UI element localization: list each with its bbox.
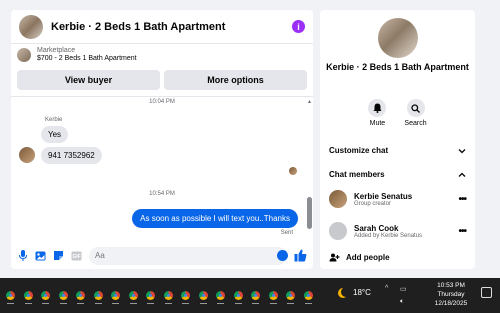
clock[interactable]: 10:53 PM Thursday 12/18/2025 [428,281,474,308]
add-people-label: Add people [346,253,390,262]
browser-taskbar-icon[interactable] [55,289,73,304]
member-row[interactable]: Kerbie Senatus Group creator ••• [329,190,467,208]
search-icon [406,99,425,117]
customize-chat-label: Customize chat [329,146,389,155]
browser-taskbar-icon[interactable] [265,289,283,304]
message-sender: Kerbie [45,117,63,123]
browser-taskbar-icon[interactable] [177,289,195,304]
clock-time: 10:53 PM [437,282,465,289]
timestamp: 10:04 PM [149,99,175,105]
system-tray: ^ ▭ 🔈︎ [385,282,425,310]
chevron-down-icon [458,148,466,153]
incoming-message[interactable]: 941 7352962 [41,147,102,164]
message-composer: GIF [11,242,313,269]
browser-taskbar-icon[interactable] [282,289,300,304]
emoji-icon[interactable] [277,250,288,261]
customize-chat-section[interactable]: Customize chat [329,146,466,155]
info-icon[interactable]: i [292,20,305,33]
message-input[interactable] [89,246,287,265]
chat-members-section[interactable]: Chat members [329,170,466,179]
browser-taskbar-icon[interactable] [195,289,213,304]
browser-taskbar-icon[interactable] [2,289,20,304]
chat-details-panel: Kerbie · 2 Beds 1 Bath Apartment Mute Se… [320,10,475,269]
browser-taskbar-icon[interactable] [72,289,90,304]
notification-icon[interactable] [481,287,492,298]
listing-thumbnail [17,48,31,62]
details-avatar[interactable] [378,18,418,58]
view-buyer-button[interactable]: View buyer [17,70,160,90]
clock-day: Thursday [437,291,465,298]
more-options-button[interactable]: More options [164,70,307,90]
member-avatar [329,222,347,240]
member-role: Added by Kerbie Senatus [354,232,423,239]
browser-taskbar-icon[interactable] [230,289,248,304]
listing-price-title: $700 - 2 Beds 1 Bath Apartment [37,55,137,62]
temperature: 18°C [353,287,371,297]
mute-label: Mute [369,120,386,127]
listing-avatar[interactable] [19,14,43,39]
volume-icon[interactable]: 🔈︎ [400,298,404,306]
svg-text:GIF: GIF [72,254,80,260]
browser-taskbar-icon[interactable] [142,289,160,304]
scrollbar-thumb[interactable] [307,197,312,229]
listing-category: Marketplace [37,47,76,54]
gif-icon[interactable]: GIF [71,250,82,261]
more-options-icon[interactable]: ••• [458,194,466,205]
message-status: Sent [280,230,293,236]
message-list[interactable]: ▲ 10:04 PM Kerbie Yes 941 7352962 10:54 … [11,96,313,242]
browser-taskbar-icon[interactable] [300,289,318,304]
member-name: Sarah Cook [354,223,399,233]
chat-header: Kerbie · 2 Beds 1 Bath Apartment i [11,10,313,44]
chevron-up-icon[interactable]: ^ [385,285,388,292]
mute-button[interactable]: Mute [368,99,387,127]
details-actions: Mute Search [320,99,475,127]
member-avatar [329,190,347,208]
add-people-button[interactable]: Add people [329,253,390,262]
browser-taskbar-icon[interactable] [125,289,143,304]
chat-panel: Kerbie · 2 Beds 1 Bath Apartment i Marke… [11,10,313,269]
taskbar [0,278,500,313]
browser-taskbar-icon[interactable] [247,289,265,304]
photo-icon[interactable] [35,250,46,261]
add-person-icon [329,253,340,262]
browser-taskbar-icon[interactable] [20,289,38,304]
search-label: Search [404,120,427,127]
weather-widget[interactable]: 18°C [338,287,371,297]
sticker-icon[interactable] [53,250,64,261]
search-button[interactable]: Search [404,99,427,127]
microphone-icon[interactable] [17,250,28,261]
member-name: Kerbie Senatus [354,191,413,201]
outgoing-message[interactable]: As soon as possible I will text you..Tha… [132,209,298,228]
chat-members-label: Chat members [329,170,385,179]
member-row[interactable]: Sarah Cook Added by Kerbie Senatus ••• [329,222,467,240]
browser-taskbar-icon[interactable] [160,289,178,304]
chat-title[interactable]: Kerbie · 2 Beds 1 Bath Apartment [51,21,292,33]
like-thumb-icon[interactable] [294,249,307,262]
listing-actions: View buyer More options [11,66,313,94]
clock-date: 12/18/2025 [434,300,468,307]
network-icon[interactable]: ▭ [400,285,407,293]
taskbar-apps [0,289,318,304]
browser-taskbar-icon[interactable] [37,289,55,304]
moon-icon [341,287,351,297]
browser-taskbar-icon[interactable] [107,289,125,304]
member-role: Group creator [354,200,392,207]
bell-icon [368,99,387,117]
details-title: Kerbie · 2 Beds 1 Bath Apartment [326,62,469,72]
incoming-message[interactable]: Yes [41,126,69,143]
listing-summary[interactable]: Marketplace $700 - 2 Beds 1 Bath Apartme… [11,44,313,66]
timestamp: 10:54 PM [149,191,175,197]
more-options-icon[interactable]: ••• [458,226,466,237]
chevron-up-icon [458,172,466,177]
browser-taskbar-icon[interactable] [90,289,108,304]
sender-avatar[interactable] [19,147,35,163]
seen-avatar [289,167,297,175]
browser-taskbar-icon[interactable] [212,289,230,304]
